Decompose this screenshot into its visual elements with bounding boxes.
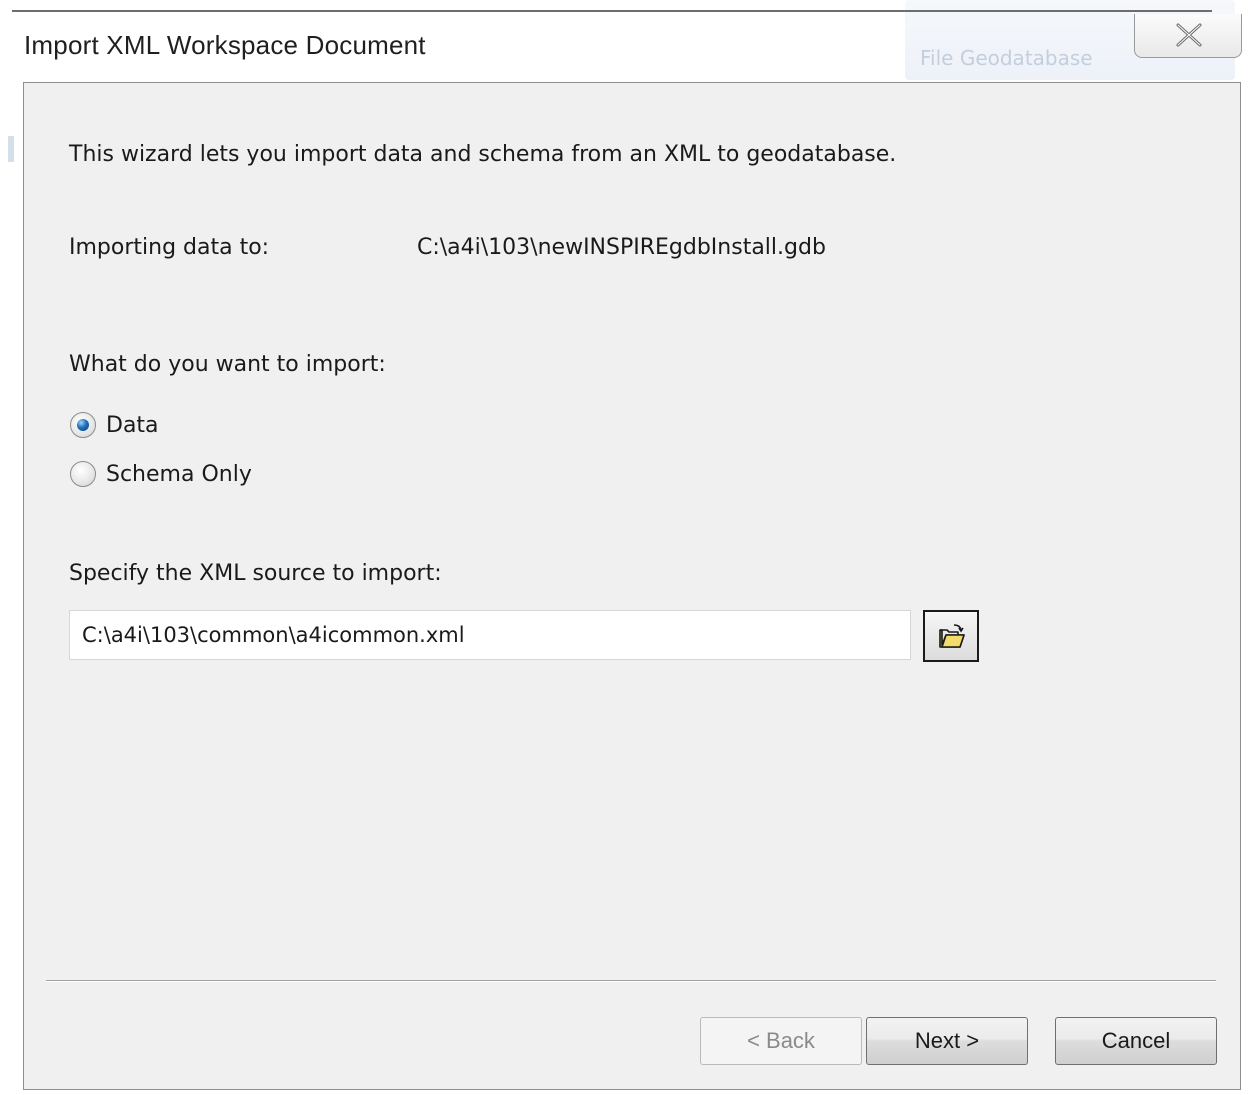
radio-schema-only-label: Schema Only bbox=[106, 461, 252, 487]
radio-data-label: Data bbox=[106, 412, 159, 438]
background-app-edge bbox=[8, 136, 14, 162]
close-icon bbox=[1176, 23, 1202, 47]
import-type-question: What do you want to import: bbox=[69, 352, 386, 377]
radio-schema-only-button[interactable] bbox=[70, 461, 96, 487]
xml-source-input[interactable] bbox=[69, 610, 911, 660]
dialog-title: Import XML Workspace Document bbox=[24, 30, 426, 60]
wizard-content-panel bbox=[23, 82, 1241, 1090]
intro-text: This wizard lets you import data and sch… bbox=[69, 142, 897, 167]
dialog-top-border bbox=[12, 10, 1212, 12]
open-folder-icon bbox=[939, 624, 965, 648]
cancel-button[interactable]: Cancel bbox=[1055, 1017, 1217, 1065]
back-button[interactable]: < Back bbox=[700, 1017, 862, 1065]
radio-option-data[interactable]: Data bbox=[70, 408, 159, 442]
destination-path: C:\a4i\103\newINSPIREgdbInstall.gdb bbox=[417, 235, 826, 260]
footer-separator bbox=[46, 980, 1216, 981]
close-button[interactable] bbox=[1134, 14, 1242, 58]
import-xml-dialog: File Geodatabase Import XML Workspace Do… bbox=[0, 0, 1252, 1095]
radio-option-schema-only[interactable]: Schema Only bbox=[70, 457, 252, 491]
source-label: Specify the XML source to import: bbox=[69, 561, 442, 586]
background-app-text: File Geodatabase bbox=[920, 46, 1093, 70]
radio-data-button[interactable] bbox=[70, 412, 96, 438]
browse-button[interactable] bbox=[923, 610, 979, 662]
destination-label: Importing data to: bbox=[69, 235, 270, 260]
next-button[interactable]: Next > bbox=[866, 1017, 1028, 1065]
